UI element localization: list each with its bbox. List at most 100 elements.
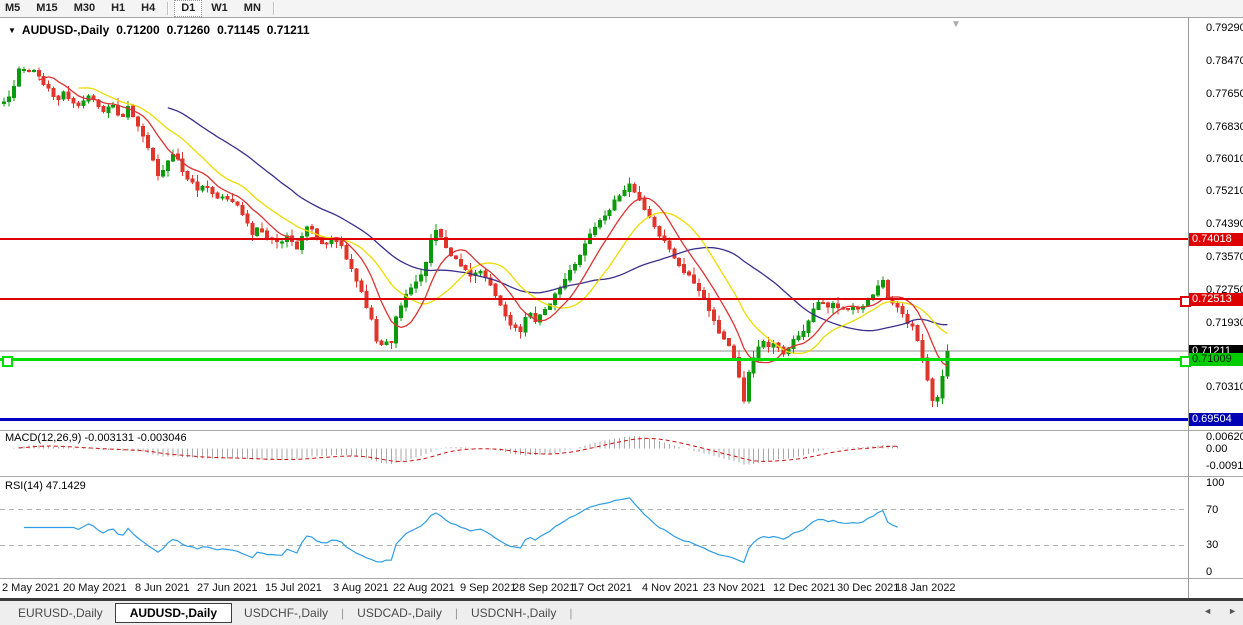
candle-body bbox=[767, 342, 770, 346]
candle-body bbox=[693, 275, 696, 283]
candle-body bbox=[7, 97, 10, 102]
tab-scroll-left-icon[interactable]: ◄ bbox=[1203, 606, 1212, 616]
moving-average-line-16 bbox=[79, 88, 948, 354]
candle-body bbox=[12, 87, 15, 98]
price-axis-label: 0.79290 bbox=[1206, 22, 1243, 34]
candle-body bbox=[673, 249, 676, 258]
candle-body bbox=[722, 332, 725, 339]
candle-body bbox=[439, 230, 442, 238]
candle-body bbox=[385, 342, 388, 344]
resistance-line[interactable] bbox=[0, 298, 1188, 300]
tab-usdchf[interactable]: USDCHF-,Daily bbox=[232, 604, 340, 622]
candle-body bbox=[375, 319, 378, 341]
candle-body bbox=[62, 92, 65, 99]
candle-body bbox=[425, 263, 428, 276]
candle-body bbox=[32, 70, 35, 71]
candle-body bbox=[832, 304, 835, 308]
candle-body bbox=[151, 148, 154, 160]
candle-body bbox=[901, 307, 904, 314]
candle-body bbox=[464, 266, 467, 270]
candle-body bbox=[241, 206, 244, 215]
rsi-axis-label: 0 bbox=[1206, 566, 1212, 578]
candle-body bbox=[837, 304, 840, 308]
candle-body bbox=[156, 160, 159, 176]
candle-body bbox=[325, 243, 328, 244]
ohlc-open: 0.71200 bbox=[116, 23, 159, 37]
candle-body bbox=[926, 358, 929, 380]
candle-body bbox=[161, 170, 164, 176]
candle-body bbox=[330, 241, 333, 244]
candle-body bbox=[643, 199, 646, 209]
support-line[interactable] bbox=[0, 358, 1188, 361]
rsi-line bbox=[24, 498, 898, 563]
macd-axis-label: 0.00 bbox=[1206, 443, 1227, 455]
candle-body bbox=[335, 241, 338, 242]
candle-body bbox=[524, 318, 527, 332]
line-handle-left[interactable] bbox=[2, 356, 13, 367]
price-axis-label: 0.76010 bbox=[1206, 153, 1243, 165]
tab-eurusd[interactable]: EURUSD-,Daily bbox=[6, 604, 115, 622]
chart-canvas[interactable] bbox=[0, 0, 1243, 625]
candle-body bbox=[122, 114, 125, 116]
candle-body bbox=[345, 246, 348, 259]
date-axis-label: 23 Nov 2021 bbox=[703, 582, 765, 594]
candle-body bbox=[459, 259, 462, 266]
price-axis-label: 0.77650 bbox=[1206, 88, 1243, 100]
tab-audusd[interactable]: AUDUSD-,Daily bbox=[115, 603, 232, 623]
candle-body bbox=[400, 306, 403, 317]
price-axis-label: 0.76830 bbox=[1206, 121, 1243, 133]
support-line[interactable] bbox=[0, 418, 1188, 421]
tab-separator: | bbox=[569, 606, 572, 620]
macd-main-value: -0.003131 bbox=[84, 432, 134, 444]
candle-body bbox=[206, 187, 209, 188]
date-axis-label: 8 Jun 2021 bbox=[135, 582, 189, 594]
candle-body bbox=[117, 105, 120, 114]
candle-body bbox=[916, 326, 919, 341]
tab-usdcnh[interactable]: USDCNH-,Daily bbox=[459, 604, 568, 622]
candle-body bbox=[712, 310, 715, 321]
resistance-line[interactable] bbox=[0, 238, 1188, 240]
date-axis-label: 18 Jan 2022 bbox=[895, 582, 956, 594]
candle-body bbox=[380, 341, 383, 345]
date-axis-label: 4 Nov 2021 bbox=[642, 582, 698, 594]
candle-body bbox=[827, 303, 830, 307]
date-axis-divider bbox=[0, 578, 1243, 579]
candle-body bbox=[593, 227, 596, 234]
candle-body bbox=[732, 346, 735, 358]
candle-body bbox=[559, 288, 562, 294]
candle-body bbox=[137, 117, 140, 126]
chart-shift-marker-icon[interactable]: ▼ bbox=[951, 19, 961, 30]
macd-panel-divider[interactable] bbox=[0, 430, 1243, 431]
candle-body bbox=[822, 302, 825, 303]
date-axis-label: 3 Aug 2021 bbox=[333, 582, 389, 594]
candle-body bbox=[146, 135, 149, 147]
candle-body bbox=[216, 193, 219, 198]
candle-body bbox=[77, 103, 80, 105]
candle-body bbox=[112, 105, 115, 106]
candle-body bbox=[573, 265, 576, 270]
candle-body bbox=[340, 241, 343, 246]
candle-body bbox=[454, 256, 457, 259]
candle-body bbox=[226, 197, 229, 200]
candle-body bbox=[211, 188, 214, 194]
candle-body bbox=[757, 347, 760, 358]
tab-scroll-right-icon[interactable]: ► bbox=[1228, 606, 1237, 616]
tab-usdcad[interactable]: USDCAD-,Daily bbox=[345, 604, 454, 622]
candle-body bbox=[420, 275, 423, 281]
rsi-panel-divider[interactable] bbox=[0, 476, 1243, 477]
candle-body bbox=[410, 288, 413, 294]
candle-body bbox=[256, 228, 259, 235]
date-axis-label: 22 Aug 2021 bbox=[393, 582, 455, 594]
symbol-expand-icon[interactable]: ▼ bbox=[8, 26, 16, 35]
candle-body bbox=[852, 308, 855, 310]
candle-body bbox=[708, 299, 711, 311]
candle-body bbox=[171, 155, 174, 161]
candle-body bbox=[613, 200, 616, 210]
candle-body bbox=[633, 184, 636, 192]
macd-signal-value: -0.003046 bbox=[137, 432, 187, 444]
candle-body bbox=[628, 184, 631, 191]
candle-body bbox=[598, 220, 601, 226]
price-level-badge: 0.69504 bbox=[1189, 413, 1243, 426]
candle-body bbox=[494, 284, 497, 295]
candle-body bbox=[295, 242, 298, 249]
